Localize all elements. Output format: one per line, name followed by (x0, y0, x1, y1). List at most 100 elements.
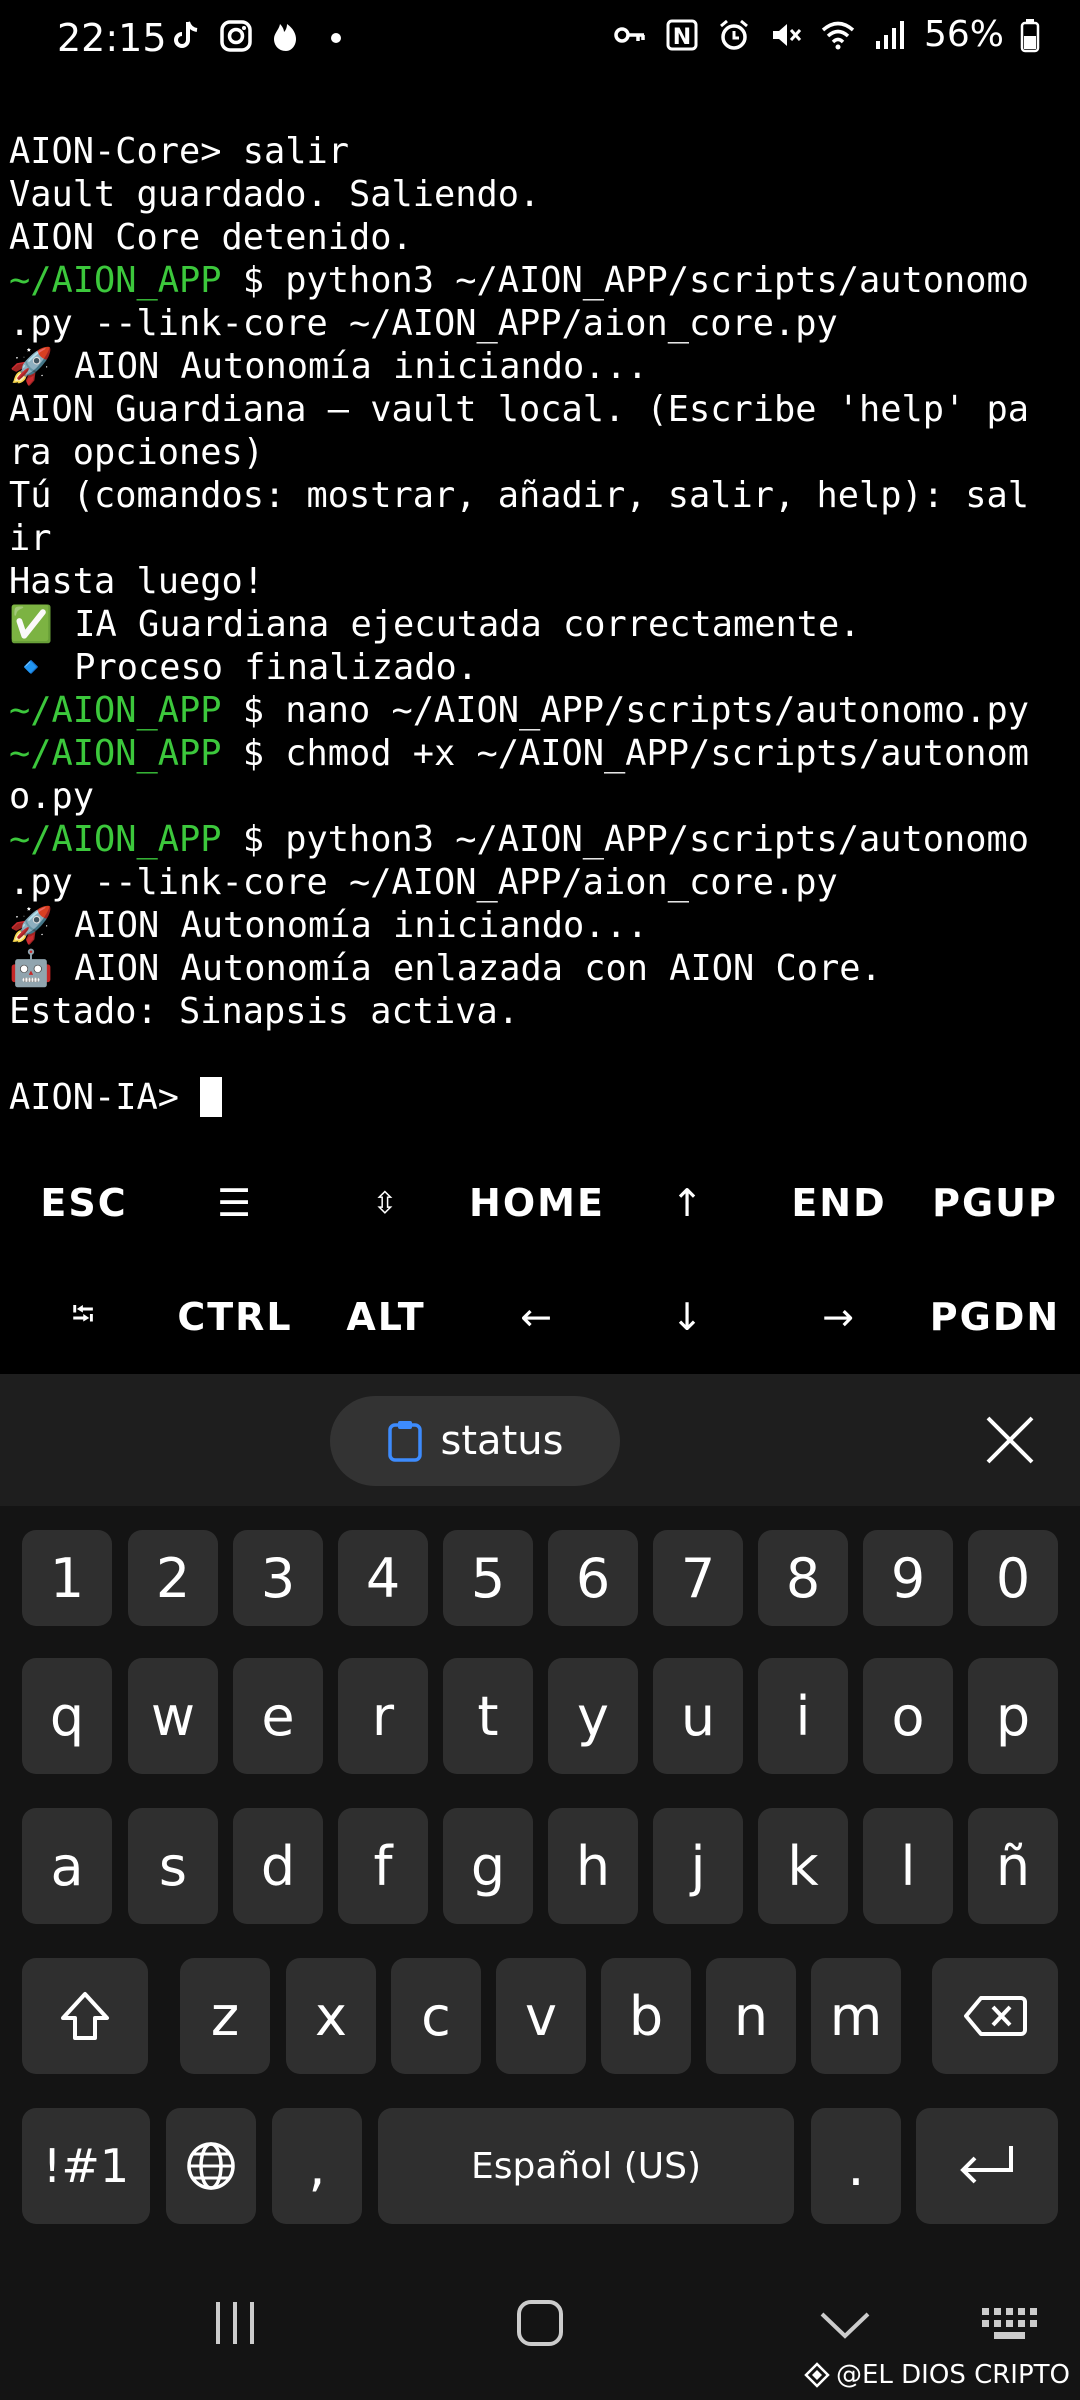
key-d[interactable]: d (233, 1808, 323, 1924)
key-5[interactable]: 5 (443, 1530, 533, 1626)
terminal-output[interactable]: AION-Core> salir Vault guardado. Saliendo… (9, 130, 1075, 1119)
key-l[interactable]: l (863, 1808, 953, 1924)
keyboard: 1 2 3 4 5 6 7 8 9 0 q w e r t y u i o p … (0, 1506, 1080, 2236)
key-icon (614, 26, 645, 43)
instagram-icon (220, 20, 252, 52)
recent-apps-icon[interactable] (210, 2298, 260, 2348)
key-m[interactable]: m (811, 1958, 901, 2074)
pgdn-key[interactable]: PGDN (920, 1272, 1070, 1362)
navigation-bar: @EL DIOS CRIPTO (0, 2236, 1080, 2400)
status-time: 22:15 (57, 16, 167, 60)
prompt-path: ~/AION_APP (9, 690, 222, 731)
nfc-icon: N (666, 19, 698, 50)
extra-keys-bar: ESC ☰ ⇳ HOME ↑ END PGUP ⭾ CTRL ALT ← ↓ →… (0, 1158, 1080, 1378)
key-2[interactable]: 2 (128, 1530, 218, 1626)
key-e[interactable]: e (233, 1658, 323, 1774)
key-u[interactable]: u (653, 1658, 743, 1774)
text-cursor (200, 1077, 223, 1117)
period-key[interactable]: . (811, 2108, 901, 2224)
key-a[interactable]: a (22, 1808, 112, 1924)
terminal-text: Tú (comandos: mostrar, añadir, salir, he… (9, 475, 1030, 516)
terminal-text: $ chmod +x ~/AION_APP/scripts/autonom (221, 733, 1030, 774)
arrow-left-key[interactable]: ← (462, 1272, 612, 1362)
battery-percent: 56% (923, 14, 1004, 55)
terminal-line: ~/AION_APP $ chmod +x ~/AION_APP/scripts… (9, 732, 1075, 775)
key-t[interactable]: t (443, 1658, 533, 1774)
key-1[interactable]: 1 (22, 1530, 112, 1626)
space-key[interactable]: Español (US) (378, 2108, 794, 2224)
key-v[interactable]: v (496, 1958, 586, 2074)
terminal-line: ir (9, 517, 1075, 560)
home-icon[interactable] (515, 2298, 565, 2348)
clipboard-suggestion-chip[interactable]: status (330, 1396, 620, 1486)
key-x[interactable]: x (286, 1958, 376, 2074)
terminal-text: o.py (9, 776, 95, 817)
comma-key[interactable]: , (272, 2108, 362, 2224)
key-j[interactable]: j (653, 1808, 743, 1924)
symbols-key[interactable]: !#1 (22, 2108, 150, 2224)
tab-key[interactable]: ⭾ (9, 1272, 159, 1362)
key-r[interactable]: r (338, 1658, 428, 1774)
language-key[interactable] (166, 2108, 256, 2224)
terminal-text: $ nano ~/AION_APP/scripts/autonomo.py (221, 690, 1030, 731)
terminal-line: .py --link-core ~/AION_APP/aion_core.py (9, 861, 1075, 904)
key-g[interactable]: g (443, 1808, 533, 1924)
key-k[interactable]: k (758, 1808, 848, 1924)
hide-keyboard-icon[interactable] (818, 2304, 872, 2344)
terminal-line: Tú (comandos: mostrar, añadir, salir, he… (9, 474, 1075, 517)
key-h[interactable]: h (548, 1808, 638, 1924)
alt-key[interactable]: ALT (311, 1272, 461, 1362)
key-p[interactable]: p (968, 1658, 1058, 1774)
terminal-text: $ python3 ~/AION_APP/scripts/autonomo (221, 819, 1030, 860)
terminal-line: o.py (9, 775, 1075, 818)
enter-key[interactable] (916, 2108, 1058, 2224)
ctrl-key[interactable]: CTRL (160, 1272, 310, 1362)
pgup-key[interactable]: PGUP (920, 1158, 1070, 1248)
key-3[interactable]: 3 (233, 1530, 323, 1626)
shift-icon (61, 1992, 109, 2040)
signal-icon (875, 20, 904, 49)
menu-key[interactable]: ☰ (160, 1158, 310, 1248)
key-0[interactable]: 0 (968, 1530, 1058, 1626)
key-c[interactable]: c (391, 1958, 481, 2074)
terminal-text: AION Core detenido. (9, 217, 413, 258)
key-z[interactable]: z (180, 1958, 270, 2074)
key-y[interactable]: y (548, 1658, 638, 1774)
key-w[interactable]: w (128, 1658, 218, 1774)
shift-key[interactable] (22, 1958, 148, 2074)
terminal-text: ✅ IA Guardiana ejecutada correctamente. (9, 604, 861, 645)
keyboard-switch-icon[interactable] (980, 2306, 1040, 2342)
key-b[interactable]: b (601, 1958, 691, 2074)
key-n-tilde[interactable]: ñ (968, 1808, 1058, 1924)
key-s[interactable]: s (128, 1808, 218, 1924)
key-6[interactable]: 6 (548, 1530, 638, 1626)
key-7[interactable]: 7 (653, 1530, 743, 1626)
terminal-text: ra opciones) (9, 432, 265, 473)
alarm-icon (720, 19, 748, 50)
key-i[interactable]: i (758, 1658, 848, 1774)
arrow-right-key[interactable]: → (764, 1272, 914, 1362)
system-icons: N 56% (612, 14, 1040, 55)
key-o[interactable]: o (863, 1658, 953, 1774)
prompt-path: ~/AION_APP (9, 260, 222, 301)
key-4[interactable]: 4 (338, 1530, 428, 1626)
terminal-line: ~/AION_APP $ nano ~/AION_APP/scripts/aut… (9, 689, 1075, 732)
keyboard-toggle-key[interactable]: ⇳ (311, 1158, 461, 1248)
key-q[interactable]: q (22, 1658, 112, 1774)
terminal-line: ~/AION_APP $ python3 ~/AION_APP/scripts/… (9, 259, 1075, 302)
terminal-text: .py --link-core ~/AION_APP/aion_core.py (9, 303, 838, 344)
backspace-key[interactable] (932, 1958, 1058, 2074)
key-n[interactable]: n (706, 1958, 796, 2074)
key-8[interactable]: 8 (758, 1530, 848, 1626)
esc-key[interactable]: ESC (9, 1158, 159, 1248)
terminal-line: ~/AION_APP $ python3 ~/AION_APP/scripts/… (9, 818, 1075, 861)
arrow-down-key[interactable]: ↓ (613, 1272, 763, 1362)
key-f[interactable]: f (338, 1808, 428, 1924)
close-icon[interactable] (980, 1410, 1040, 1470)
terminal-text: .py --link-core ~/AION_APP/aion_core.py (9, 862, 838, 903)
key-9[interactable]: 9 (863, 1530, 953, 1626)
home-key[interactable]: HOME (462, 1158, 612, 1248)
arrow-up-key[interactable]: ↑ (613, 1158, 763, 1248)
watermark-text: @EL DIOS CRIPTO (835, 2360, 1070, 2390)
end-key[interactable]: END (764, 1158, 914, 1248)
